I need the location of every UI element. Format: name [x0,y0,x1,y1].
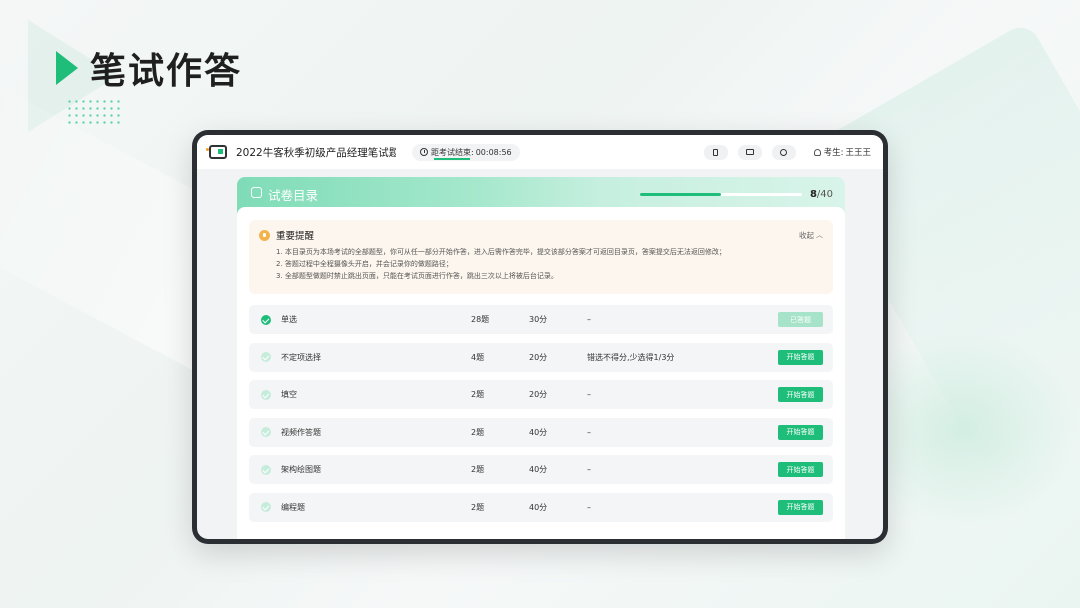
collapse-button[interactable]: 收起 ︿ [799,230,823,241]
catalog-title: 试卷目录 [268,188,319,203]
section-list: 单选 28题 30分 – 已答题 不定项选择 4题 20分 错选不得分,少选得1… [249,305,833,522]
notice-title: 重要提醒 [276,231,315,242]
section-rule: – [587,315,591,324]
app-logo-icon [206,145,227,159]
timer-label: 距考试结束: [431,147,474,157]
section-row: 编程题 2题 40分 – 开始答题 [249,492,833,522]
section-count: 2题 [471,465,485,474]
section-count: 28题 [471,315,490,324]
notice-line: 1. 本目录页为本场考试的全部题型，你可从任一部分开始作答，进入后需作答完毕，提… [276,248,726,256]
section-score: 40分 [529,465,548,474]
progress-fill [639,193,721,196]
phone-icon [713,148,719,156]
check-icon [261,464,271,475]
notice-header: 重要提醒 收起 ︿ [259,228,823,242]
progress-done: 8 [809,189,817,200]
section-row: 视频作答题 2题 40分 – 开始答题 [249,417,833,447]
bulb-icon [259,229,270,241]
start-answer-button[interactable]: 开始答题 [778,462,823,477]
start-answer-button[interactable]: 开始答题 [778,349,823,365]
brand-title: 笔试作答 [90,51,243,92]
camera-icon [780,148,788,156]
app-screen: 2022牛客秋季初级产品经理笔试题... 距考试结束: 00:08:56 考生:… [197,135,883,539]
check-icon [261,502,271,512]
monitor-status-button[interactable] [737,144,762,160]
catalog-panel: 试卷目录 8/40 重要提醒 收起 ︿ 1. 本目录页为本场考试的全部题型，你可… [237,177,845,539]
notice-lines: 1. 本目录页为本场考试的全部题型，你可从任一部分开始作答，进入后需作答完毕，提… [259,246,823,282]
important-notice: 重要提醒 收起 ︿ 1. 本目录页为本场考试的全部题型，你可从任一部分开始作答，… [249,220,833,294]
camera-status-button[interactable] [771,144,796,160]
section-count: 2题 [471,502,485,512]
start-answer-button[interactable]: 开始答题 [778,424,823,440]
section-score: 20分 [529,390,548,399]
section-name: 视频作答题 [281,427,321,437]
section-rule: – [587,390,591,399]
catalog-body: 重要提醒 收起 ︿ 1. 本目录页为本场考试的全部题型，你可从任一部分开始作答，… [237,207,845,539]
user-icon [813,148,821,156]
candidate-info: 考生: 王王王 [813,146,871,158]
section-name: 单选 [281,315,297,324]
progress-bar [639,193,802,196]
section-score: 40分 [529,427,548,437]
brand-header: 笔试作答 [56,42,242,94]
tablet-frame: 2022牛客秋季初级产品经理笔试题... 距考试结束: 00:08:56 考生:… [192,130,888,544]
chevron-up-icon: ︿ [816,231,823,239]
progress-total: /40 [816,189,833,200]
clock-icon [420,148,428,156]
section-row: 填空 2题 20分 – 开始答题 [249,380,833,409]
section-count: 4题 [471,352,485,362]
section-rule: – [587,427,591,437]
check-icon [261,427,271,437]
section-count: 2题 [471,390,485,399]
section-score: 40分 [529,502,548,512]
section-name: 架构绘图题 [281,465,321,474]
section-row: 架构绘图题 2题 40分 – 开始答题 [249,455,833,484]
countdown-timer: 距考试结束: 00:08:56 [412,143,520,161]
section-row: 单选 28题 30分 – 已答题 [249,305,833,334]
progress: 8/40 [639,189,833,200]
candidate-label: 考生: [823,148,844,158]
section-score: 30分 [529,315,548,324]
section-name: 编程题 [281,502,305,512]
section-rule: 错选不得分,少选得1/3分 [587,352,675,362]
check-icon [261,389,271,400]
section-rule: – [587,502,591,512]
section-rule: – [587,465,591,474]
play-icon [56,51,78,85]
section-name: 不定项选择 [281,352,321,362]
section-count: 2题 [471,427,485,437]
dot-grid-decoration [66,98,122,128]
notice-line: 2. 答题过程中全程摄像头开启，并会记录你的做题路径； [276,260,453,268]
section-name: 填空 [281,390,297,399]
timer-value: 00:08:56 [475,147,512,157]
check-icon [261,352,271,362]
check-icon [261,314,271,325]
section-row: 不定项选择 4题 20分 错选不得分,少选得1/3分 开始答题 [249,342,833,372]
phone-status-button[interactable] [703,144,728,160]
catalog-icon [251,187,262,198]
top-bar: 2022牛客秋季初级产品经理笔试题... 距考试结束: 00:08:56 考生:… [197,135,883,169]
collapse-label: 收起 [799,230,814,240]
progress-text: 8/40 [810,189,833,200]
start-answer-button[interactable]: 开始答题 [778,387,823,402]
candidate-name: 王王王 [845,148,871,158]
section-score: 20分 [529,352,548,362]
start-answer-button[interactable]: 开始答题 [778,499,823,515]
monitor-icon [745,149,754,155]
exam-title: 2022牛客秋季初级产品经理笔试题... [236,146,396,159]
notice-line: 3. 全部题型做题时禁止跳出页面，只能在考试页面进行作答，跳出三次以上将被后台记… [276,272,558,280]
answered-button[interactable]: 已答题 [778,312,823,327]
